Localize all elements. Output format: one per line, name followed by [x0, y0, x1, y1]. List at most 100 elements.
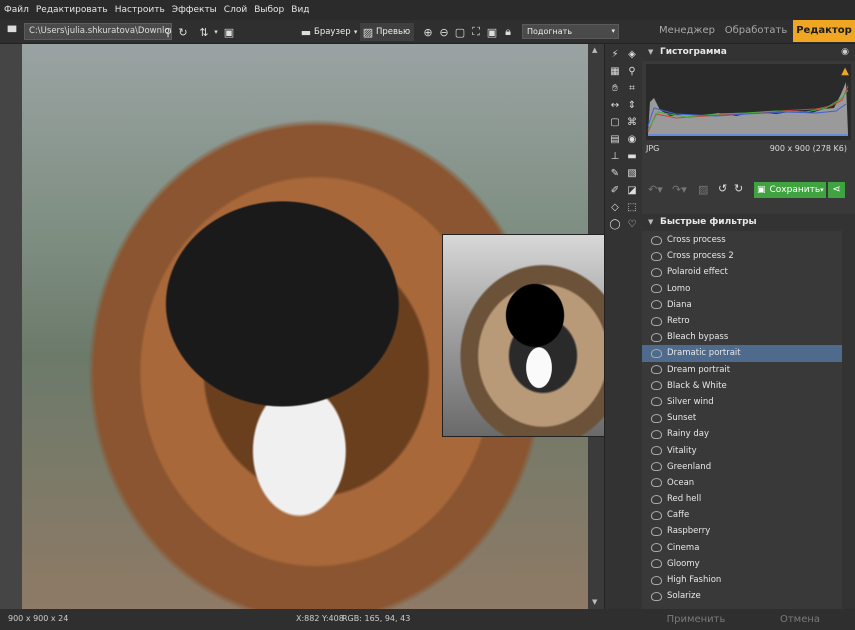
filters-scrollbar[interactable] [842, 214, 855, 609]
eraser-tool[interactable]: ▬ [625, 150, 639, 164]
quick-filters-header[interactable]: ▼ Быстрые фильтры [642, 214, 855, 231]
lock-button[interactable]: 🔒︎ [500, 23, 516, 41]
filter-item[interactable]: Caffe [642, 507, 842, 523]
path-input[interactable]: C:\Users\julia.shkuratova\Downloads\ [24, 23, 172, 40]
refresh-button[interactable]: ↻ [175, 23, 191, 41]
save-button[interactable]: ▣ Сохранить ▾ [754, 182, 826, 198]
filter-item[interactable]: Dream portrait [642, 362, 842, 378]
filter-label: Vitality [667, 445, 697, 456]
rotate-right-icon[interactable]: ↻ [734, 182, 743, 195]
tab-editor[interactable]: Редактор [793, 20, 855, 42]
filter-item[interactable]: Raspberry [642, 523, 842, 539]
tab-process[interactable]: Обработать [722, 20, 790, 42]
brush-tool[interactable]: ✐ [608, 184, 622, 198]
filter-item[interactable]: Ocean [642, 475, 842, 491]
filter-icon [651, 300, 662, 310]
filter-icon [651, 526, 662, 536]
filter-item[interactable]: Cinema [642, 540, 842, 556]
menu-file[interactable]: Файл [4, 5, 29, 15]
filter-label: Bleach bypass [667, 332, 729, 343]
fit-button[interactable]: ⛶ [468, 23, 484, 41]
redo-icon[interactable]: ↷▾ [672, 183, 687, 196]
histogram-chart: ▲ [646, 64, 851, 140]
resize-tool[interactable]: ⇕ [625, 99, 639, 113]
ellipse-select-tool[interactable]: ◯ [608, 218, 622, 232]
zoom-out-button[interactable]: ⊖ [436, 23, 452, 41]
menu-select[interactable]: Выбор [254, 5, 284, 15]
layers-tool[interactable]: ◈ [625, 48, 639, 62]
zoom-tool[interactable]: ⚲ [625, 65, 639, 79]
chevron-down-icon[interactable]: ▾ [820, 186, 824, 194]
filter-item[interactable]: Gloomy [642, 556, 842, 572]
rotate-left-icon[interactable]: ↺ [718, 182, 727, 195]
filter-item[interactable]: Sunset [642, 410, 842, 426]
zoom-mode-select[interactable]: Подогнать ▾ [522, 24, 619, 39]
filter-icon [651, 494, 662, 504]
filter-item[interactable]: Retro [642, 313, 842, 329]
paint-tool[interactable]: ✎ [608, 167, 622, 181]
filter-label: Raspberry [667, 526, 711, 537]
fullscreen-button[interactable]: ▣ [484, 23, 500, 41]
menu-edit[interactable]: Редактировать [36, 5, 108, 15]
filter-item[interactable]: Rainy day [642, 426, 842, 442]
filter-item[interactable]: Black & White [642, 378, 842, 394]
save-icon: ▣ [757, 185, 766, 195]
preview-button[interactable]: ▨ Превью [360, 23, 415, 41]
warning-icon[interactable]: ▲ [841, 66, 849, 77]
folder-up-button[interactable]: ▀ [4, 23, 20, 41]
filter-label: Cross process 2 [667, 251, 734, 262]
filter-item[interactable]: Red hell [642, 491, 842, 507]
crop-tool[interactable]: ⌗ [625, 82, 639, 96]
fill-tool[interactable]: ◪ [625, 184, 639, 198]
cancel-button[interactable]: Отмена [760, 609, 840, 630]
filter-icon [651, 332, 662, 342]
filter-icon [651, 559, 662, 569]
actual-size-button[interactable]: ▢ [452, 23, 468, 41]
zoom-mode-value: Подогнать [527, 27, 573, 36]
marquee-tool[interactable]: ⬚ [625, 201, 639, 215]
image-icon[interactable]: ▨ [698, 183, 708, 196]
magic-wand-tool[interactable]: ⚡ [608, 48, 622, 62]
filter-item[interactable]: Lomo [642, 281, 842, 297]
filter-item[interactable]: Vitality [642, 442, 842, 458]
tab-manager[interactable]: Менеджер [652, 20, 722, 42]
filter-item[interactable]: Cross process 2 [642, 248, 842, 264]
filter-icon [651, 397, 662, 407]
filter-item[interactable]: Diana [642, 297, 842, 313]
add-folder-button[interactable]: ▣ [221, 23, 237, 41]
filter-item[interactable]: High Fashion [642, 572, 842, 588]
apply-button[interactable]: Применить [656, 609, 736, 630]
pattern-tool[interactable]: ▧ [625, 167, 639, 181]
zoom-in-button[interactable]: ⊕ [420, 23, 436, 41]
browser-button[interactable]: ▬ Браузер ▾ [298, 23, 361, 41]
gradient-tool[interactable]: ▤ [608, 133, 622, 147]
filter-item[interactable]: Silver wind [642, 394, 842, 410]
menu-view[interactable]: Вид [291, 5, 309, 15]
filter-item-selected[interactable]: Dramatic portrait [642, 345, 842, 362]
stamp-tool[interactable]: ⊥ [608, 150, 622, 164]
filter-item[interactable]: Polaroid effect [642, 264, 842, 280]
settings-icon[interactable]: ◉ [841, 44, 849, 61]
eraser2-tool[interactable]: ◇ [608, 201, 622, 215]
filter-item[interactable]: Bleach bypass [642, 329, 842, 345]
histogram-gray-area [648, 82, 848, 134]
red-eye-tool[interactable]: ◉ [625, 133, 639, 147]
straighten-tool[interactable]: ↔ [608, 99, 622, 113]
undo-icon[interactable]: ↶▾ [648, 183, 663, 196]
hand-tool[interactable]: ✋︎ [608, 82, 622, 96]
filter-item[interactable]: Solarize [642, 588, 842, 604]
menu-effects[interactable]: Эффекты [172, 5, 217, 15]
sort-button[interactable]: ⇅ ▾ [196, 23, 220, 41]
menu-layer[interactable]: Слой [224, 5, 247, 15]
menu-adjust[interactable]: Настроить [115, 5, 165, 15]
filter-item[interactable]: Greenland [642, 459, 842, 475]
grid-tool[interactable]: ▦ [608, 65, 622, 79]
filter-icon [651, 575, 662, 585]
search-button[interactable]: ⚲ [160, 23, 176, 41]
histogram-header[interactable]: ▼ Гистограмма ◉ [642, 44, 855, 61]
rect-select-tool[interactable]: ▢ [608, 116, 622, 130]
lasso-tool[interactable]: ♡ [625, 218, 639, 232]
filter-item[interactable]: Cross process [642, 232, 842, 248]
transform-tool[interactable]: ⌘ [625, 116, 639, 130]
share-button[interactable]: ⋖ [828, 182, 845, 198]
